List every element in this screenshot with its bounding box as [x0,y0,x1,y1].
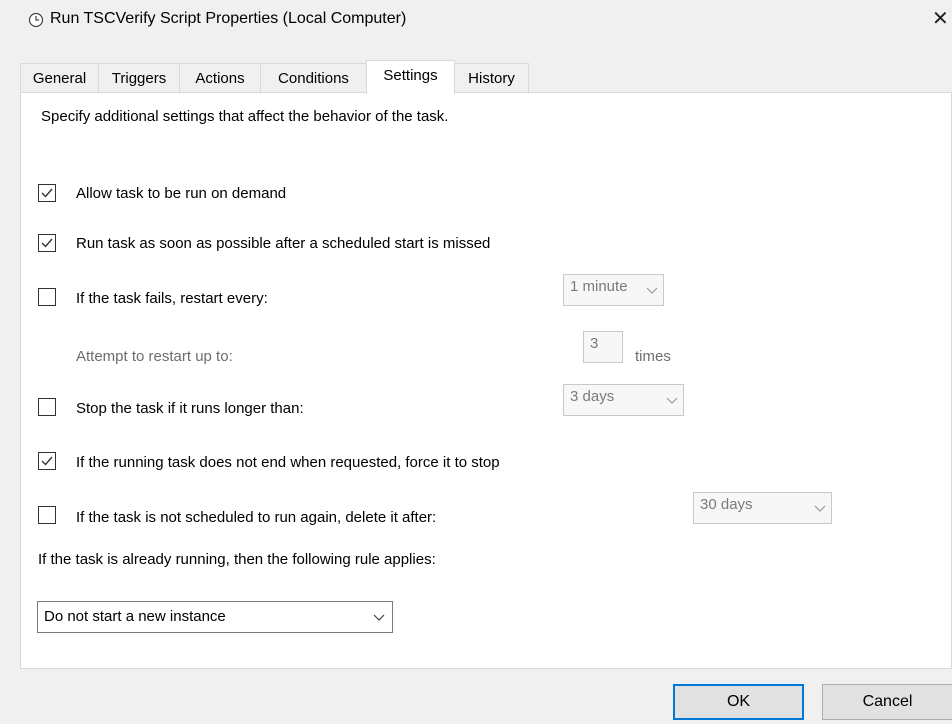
chevron-down-icon [373,614,385,621]
tab-settings[interactable]: Settings [366,60,455,94]
running-rule-label: If the task is already running, then the… [38,551,436,568]
ok-button[interactable]: OK [673,684,804,720]
tab-actions[interactable]: Actions [179,63,261,93]
settings-intro: Specify additional settings that affect … [41,108,449,125]
delete-duration-value: 30 days [700,496,753,513]
force-stop-label: If the running task does not end when re… [76,454,500,471]
running-rule-value: Do not start a new instance [44,608,226,625]
delete-after-checkbox[interactable] [38,506,56,524]
delete-duration-dropdown[interactable]: 30 days [693,492,832,524]
cancel-button[interactable]: Cancel [822,684,952,720]
run-missed-checkbox[interactable] [38,234,56,252]
restart-on-fail-label: If the task fails, restart every: [76,290,268,307]
tab-conditions[interactable]: Conditions [260,63,367,93]
checkmark-icon [41,456,53,466]
restart-on-fail-checkbox[interactable] [38,288,56,306]
run-missed-label: Run task as soon as possible after a sch… [76,235,491,252]
running-rule-dropdown[interactable]: Do not start a new instance [37,601,393,633]
checkmark-icon [41,238,53,248]
chevron-down-icon [666,397,678,404]
stop-if-longer-label: Stop the task if it runs longer than: [76,400,304,417]
restart-attempts-label: Attempt to restart up to: [76,348,233,365]
checkmark-icon [41,188,53,198]
delete-after-label: If the task is not scheduled to run agai… [76,509,437,526]
force-stop-checkbox[interactable] [38,452,56,470]
restart-attempts-value: 3 [590,335,599,352]
allow-on-demand-checkbox[interactable] [38,184,56,202]
restart-interval-dropdown[interactable]: 1 minute [563,274,664,306]
allow-on-demand-label: Allow task to be run on demand [76,185,287,202]
stop-if-longer-checkbox[interactable] [38,398,56,416]
tab-triggers[interactable]: Triggers [98,63,180,93]
restart-interval-value: 1 minute [570,278,628,295]
tab-history[interactable]: History [454,63,529,93]
tab-general[interactable]: General [20,63,99,93]
chevron-down-icon [814,505,826,512]
close-button[interactable]: ✕ [932,6,952,32]
clock-icon [28,12,44,28]
restart-attempts-input[interactable]: 3 [583,331,623,363]
chevron-down-icon [646,287,658,294]
settings-panel: Specify additional settings that affect … [20,92,952,669]
window-title: Run TSCVerify Script Properties (Local C… [50,10,407,27]
stop-duration-value: 3 days [570,388,615,405]
restart-attempts-suffix: times [635,348,671,365]
title-bar: Run TSCVerify Script Properties (Local C… [0,0,952,40]
stop-duration-dropdown[interactable]: 3 days [563,384,684,416]
